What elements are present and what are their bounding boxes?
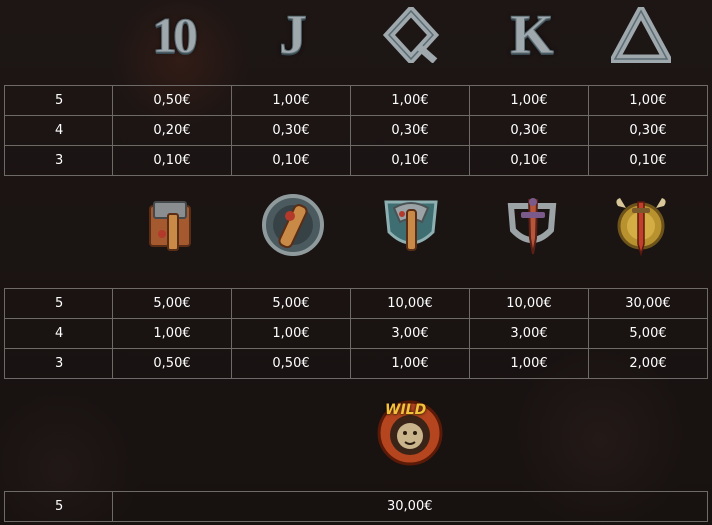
payout-cell: 10,00€ (350, 288, 470, 319)
letter-symbols-row: 10 J K (0, 0, 712, 80)
payout-cell: 1,00€ (350, 85, 470, 116)
j-symbol-icon: J (258, 0, 328, 70)
table-row: 3 0,10€ 0,10€ 0,10€ 0,10€ 0,10€ (4, 145, 708, 176)
table-row: 4 0,20€ 0,30€ 0,30€ 0,30€ 0,30€ (4, 115, 708, 146)
payout-cell: 5,00€ (231, 288, 351, 319)
payout-cell: 10,00€ (469, 288, 589, 319)
letter-paytable: 5 0,50€ 1,00€ 1,00€ 1,00€ 1,00€ 4 0,20€ … (4, 85, 708, 176)
a-symbol-icon (606, 0, 676, 70)
weapon-paytable: 5 5,00€ 5,00€ 10,00€ 10,00€ 30,00€ 4 1,0… (4, 288, 708, 379)
ten-symbol-icon: 10 (138, 0, 208, 70)
match-count: 4 (4, 318, 113, 349)
match-count: 4 (4, 115, 113, 146)
table-row: 4 1,00€ 1,00€ 3,00€ 3,00€ 5,00€ (4, 318, 708, 349)
payout-cell: 30,00€ (588, 288, 708, 319)
payout-cell: 0,10€ (350, 145, 470, 176)
payout-cell: 2,00€ (588, 348, 708, 379)
a-triangle-icon (611, 7, 671, 63)
ten-symbol-label: 10 (152, 7, 199, 64)
match-count: 5 (4, 288, 113, 319)
k-symbol-label: K (510, 4, 555, 67)
payout-cell: 5,00€ (112, 288, 232, 319)
q-symbol-icon (376, 0, 446, 70)
payout-cell: 0,30€ (588, 115, 708, 146)
q-diamond-icon (383, 7, 439, 63)
hammer-icon (138, 190, 208, 260)
table-row: 5 0,50€ 1,00€ 1,00€ 1,00€ 1,00€ (4, 85, 708, 116)
wild-lion-icon: WILD (375, 396, 445, 466)
wild-label: WILD (385, 402, 427, 418)
weapon-symbols-row (0, 190, 712, 270)
dagger-shield-icon (497, 190, 567, 260)
club-shield-icon (258, 190, 328, 260)
wild-paytable: 5 30,00€ (4, 491, 708, 522)
match-count: 3 (4, 145, 113, 176)
axe-shield-icon (376, 190, 446, 260)
payout-cell: 0,30€ (231, 115, 351, 146)
match-count: 5 (4, 491, 113, 522)
payout-cell: 0,20€ (112, 115, 232, 146)
payout-cell: 1,00€ (112, 318, 232, 349)
payout-cell: 1,00€ (350, 348, 470, 379)
payout-cell: 0,50€ (112, 85, 232, 116)
payout-cell: 30,00€ (112, 491, 708, 522)
match-count: 3 (4, 348, 113, 379)
payout-cell: 0,10€ (112, 145, 232, 176)
payout-cell: 3,00€ (350, 318, 470, 349)
payout-cell: 0,10€ (231, 145, 351, 176)
payout-cell: 1,00€ (231, 85, 351, 116)
payout-cell: 0,10€ (469, 145, 589, 176)
payout-cell: 1,00€ (588, 85, 708, 116)
payout-cell: 3,00€ (469, 318, 589, 349)
table-row: 5 5,00€ 5,00€ 10,00€ 10,00€ 30,00€ (4, 288, 708, 319)
payout-cell: 1,00€ (469, 348, 589, 379)
payout-cell: 5,00€ (588, 318, 708, 349)
table-row: 3 0,50€ 0,50€ 1,00€ 1,00€ 2,00€ (4, 348, 708, 379)
payout-cell: 1,00€ (469, 85, 589, 116)
payout-cell: 0,30€ (350, 115, 470, 146)
table-row: 5 30,00€ (4, 491, 708, 522)
k-symbol-icon: K (497, 0, 567, 70)
payout-cell: 0,50€ (112, 348, 232, 379)
payout-cell: 0,50€ (231, 348, 351, 379)
payout-cell: 0,30€ (469, 115, 589, 146)
match-count: 5 (4, 85, 113, 116)
payout-cell: 1,00€ (231, 318, 351, 349)
sword-gold-shield-icon (606, 190, 676, 260)
payout-cell: 0,10€ (588, 145, 708, 176)
j-symbol-label: J (279, 4, 308, 67)
